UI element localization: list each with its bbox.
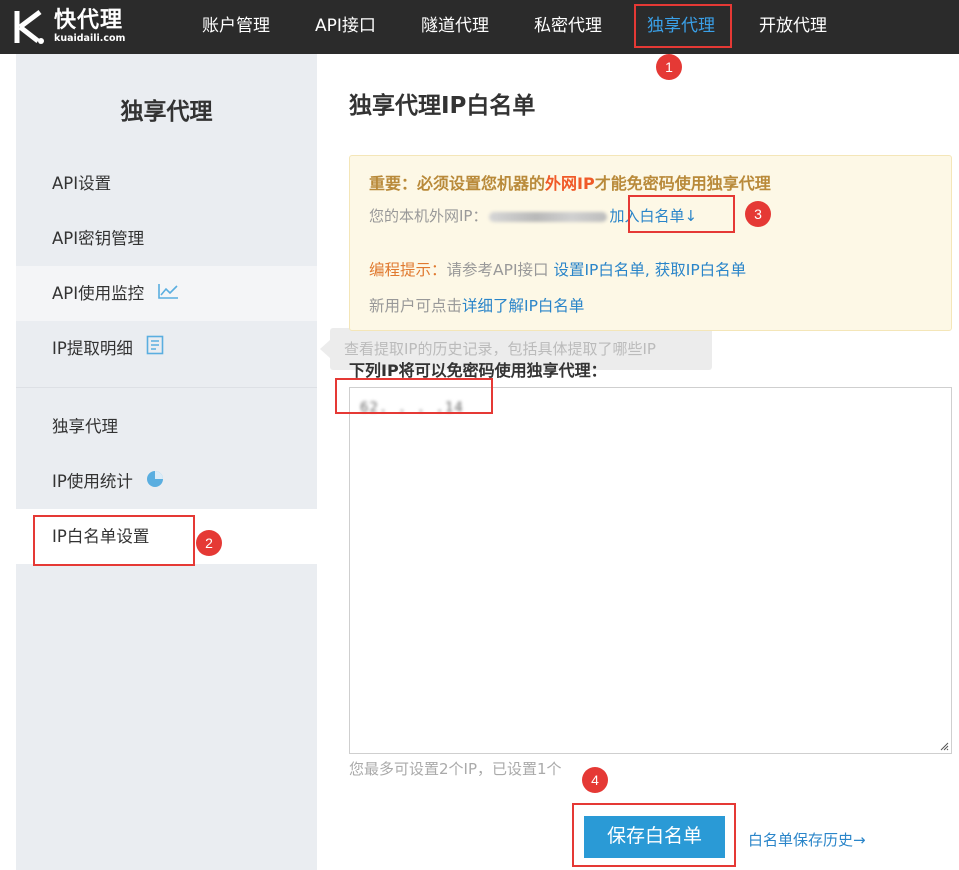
ip-limit-text: 您最多可设置2个IP，已设置1个: [349, 760, 562, 778]
sidebar-item-label: IP提取明细: [52, 339, 133, 358]
notice-important: 重要：必须设置您机器的外网IP才能免密码使用独享代理: [369, 170, 771, 194]
logo-domain: kuaidaili.com: [54, 33, 126, 45]
annotation-badge-1: 1: [656, 54, 682, 80]
top-nav-bar: 快代理 kuaidaili.com 账户管理 API接口 隧道代理 私密代理 独…: [0, 0, 959, 54]
pie-chart-icon: [146, 455, 164, 510]
highlight-box-1: [634, 4, 732, 48]
sidebar: 独享代理 API设置 API密钥管理 API使用监控 IP提取明细 独享代理 I…: [16, 54, 317, 870]
ip-label: 您的本机外网IP：: [369, 207, 488, 225]
sidebar-item-dedicated-proxy[interactable]: 独享代理: [16, 399, 317, 454]
nav-private-proxy[interactable]: 私密代理: [534, 0, 602, 54]
page-title: 独享代理IP白名单: [349, 93, 536, 119]
sidebar-item-label: IP使用统计: [52, 472, 133, 491]
highlight-box-4: [572, 803, 736, 867]
highlight-box-2: [33, 515, 195, 566]
sidebar-item-api-settings[interactable]: API设置: [16, 156, 317, 211]
learn-whitelist-link[interactable]: 详细了解IP白名单: [462, 297, 584, 315]
resize-handle-icon[interactable]: [940, 742, 949, 751]
highlight-box-3: [628, 195, 735, 233]
tip-comma: ,: [644, 261, 655, 279]
logo-k-icon: [14, 9, 48, 45]
redacted-ip: [489, 211, 608, 222]
annotation-badge-3: 3: [745, 201, 771, 227]
sidebar-item-api-key[interactable]: API密钥管理: [16, 211, 317, 266]
get-whitelist-link[interactable]: 获取IP白名单: [655, 261, 746, 279]
document-icon: [146, 322, 164, 377]
notice-box: 重要：必须设置您机器的外网IP才能免密码使用独享代理 您的本机外网IP： 加入白名…: [349, 155, 952, 331]
notice-important-prefix: 重要：必须设置您机器的: [369, 174, 546, 193]
annotation-badge-4: 4: [582, 767, 608, 793]
tooltip-arrow: [320, 340, 330, 358]
logo-title: 快代理: [54, 8, 124, 34]
annotation-badge-2: 2: [196, 530, 222, 556]
nav-account-management[interactable]: 账户管理: [202, 0, 270, 54]
nav-open-proxy[interactable]: 开放代理: [759, 0, 827, 54]
sidebar-item-api-monitor[interactable]: API使用监控: [16, 266, 317, 321]
notice-important-highlight: 外网IP: [545, 174, 595, 193]
whitelist-textarea[interactable]: 62. . . .14: [349, 387, 952, 754]
line-chart-icon: [157, 267, 179, 322]
sidebar-item-ip-usage[interactable]: IP使用统计: [16, 454, 317, 509]
notice-important-suffix: 才能免密码使用独享代理: [594, 174, 771, 193]
sidebar-title: 独享代理: [120, 99, 213, 125]
notice-tip-line: 编程提示：请参考API接口 设置IP白名单, 获取IP白名单: [369, 258, 746, 280]
sidebar-item-label: 独享代理: [52, 417, 118, 436]
notice-new-user-line: 新用户可点击详细了解IP白名单: [369, 294, 584, 316]
nav-tunnel-proxy[interactable]: 隧道代理: [421, 0, 489, 54]
new-user-text: 新用户可点击: [369, 297, 463, 315]
nav-api[interactable]: API接口: [315, 0, 376, 54]
logo[interactable]: 快代理 kuaidaili.com: [14, 8, 125, 46]
sidebar-item-ip-extraction[interactable]: IP提取明细: [16, 321, 317, 376]
set-whitelist-link[interactable]: 设置IP白名单: [553, 261, 644, 279]
tip-prefix: 编程提示：: [369, 261, 447, 279]
whitelist-history-link[interactable]: 白名单保存历史→: [748, 829, 866, 850]
sidebar-item-label: API设置: [52, 174, 112, 193]
sidebar-item-label: API使用监控: [52, 284, 145, 303]
tip-text: 请参考API接口: [446, 261, 554, 279]
sidebar-divider: [16, 387, 317, 388]
sidebar-item-label: API密钥管理: [52, 229, 145, 248]
highlight-box-textarea: [335, 378, 493, 414]
